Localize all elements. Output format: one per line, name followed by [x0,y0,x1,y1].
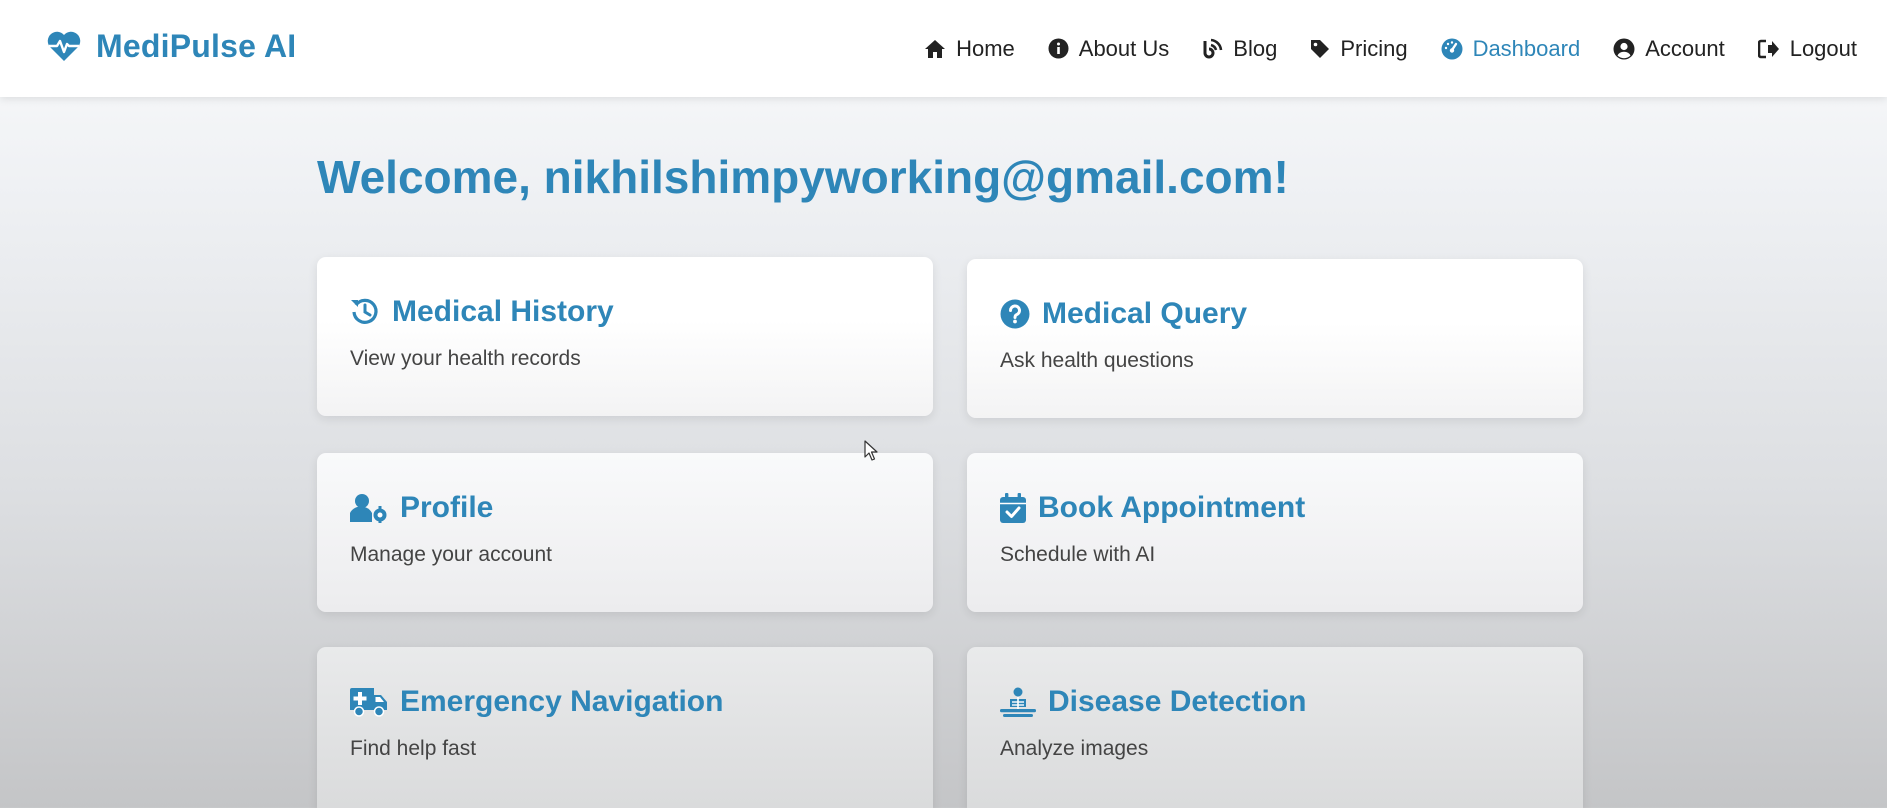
nav-item-about-us[interactable]: About Us [1048,35,1170,62]
nav-label-dashboard: Dashboard [1472,35,1581,61]
tag-icon [1310,39,1330,59]
heart-pulse-icon [46,31,82,63]
brand-name: MediPulse AI [96,28,297,64]
x-ray-icon [1000,687,1036,717]
nav-item-pricing[interactable]: Pricing [1310,35,1408,62]
card-title: Profile [400,491,494,524]
card-description: Find help fast [350,737,477,760]
nav-menu: Home About Us Blog Pricing Dashboard Acc… [924,0,1857,97]
card-description: Schedule with AI [1000,543,1156,566]
card-title: Medical Query [1042,297,1248,330]
nav-label-logout: Logout [1789,35,1857,61]
blog-icon [1202,38,1223,59]
card-description: Ask health questions [1000,349,1194,372]
nav-label-home: Home [956,35,1015,61]
logout-icon [1757,39,1780,59]
question-circle-icon [1000,299,1030,329]
card-disease-detection[interactable]: Disease Detection Analyze images [967,647,1583,808]
nav-label-blog: Blog [1233,35,1278,61]
card-description: Analyze images [1000,737,1149,760]
card-book-appointment[interactable]: Book Appointment Schedule with AI [967,453,1583,612]
nav-item-account[interactable]: Account [1613,36,1725,62]
info-icon [1048,38,1069,59]
nav-item-dashboard[interactable]: Dashboard [1441,35,1581,62]
card-emergency-navigation[interactable]: Emergency Navigation Find help fast [317,647,933,808]
nav-label-account: Account [1645,35,1725,61]
history-icon [350,297,380,327]
brand-logo[interactable]: MediPulse AI [46,28,296,65]
dashboard-icon [1441,38,1463,60]
nav-item-home[interactable]: Home [924,36,1015,62]
mouse-cursor-icon [864,440,878,467]
nav-label-about-us: About Us [1078,35,1170,61]
nav-item-blog[interactable]: Blog [1202,36,1277,62]
home-icon [924,39,946,59]
welcome-heading: Welcome, nikhilshimpyworking@gmail.com! [317,151,1289,203]
ambulance-icon [350,687,388,717]
card-title: Book Appointment [1038,491,1306,524]
card-description: View your health records [350,347,581,370]
nav-item-logout[interactable]: Logout [1757,35,1857,62]
card-medical-history[interactable]: Medical History View your health records [317,257,933,416]
card-title: Emergency Navigation [400,685,724,718]
card-profile[interactable]: Profile Manage your account [317,453,933,612]
user-cog-icon [350,493,388,523]
top-navbar: MediPulse AI Home About Us Blog Pricing [0,0,1887,97]
card-medical-query[interactable]: Medical Query Ask health questions [967,259,1583,418]
card-title: Medical History [392,295,614,328]
user-circle-icon [1613,38,1635,60]
card-description: Manage your account [350,543,552,566]
calendar-check-icon [1000,493,1026,523]
nav-label-pricing: Pricing [1340,35,1408,61]
card-title: Disease Detection [1048,685,1307,718]
